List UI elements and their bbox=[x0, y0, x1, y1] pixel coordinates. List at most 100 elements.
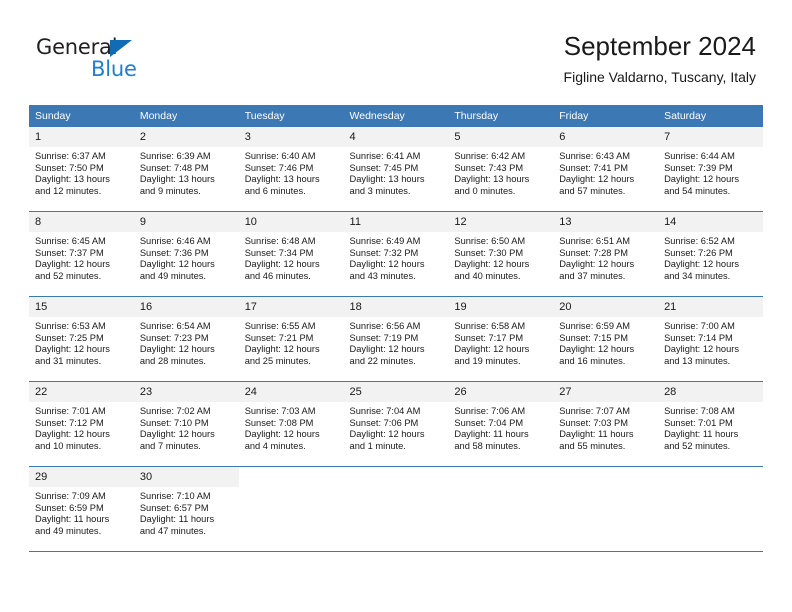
calendar-day-cell[interactable] bbox=[553, 466, 659, 552]
day-cell-content: 18 Sunrise: 6:56 AM Sunset: 7:19 PM Dayligh… bbox=[343, 297, 449, 381]
sunset-text: Sunset: 7:48 PM bbox=[139, 162, 209, 173]
day-number: 30 bbox=[133, 467, 239, 487]
calendar-day-cell[interactable]: 20 Sunrise: 6:59 AM Sunset: 7:15 PM Dayligh… bbox=[553, 296, 659, 382]
day-cell-content: 27 Sunrise: 7:07 AM Sunset: 7:03 PM Dayligh… bbox=[553, 382, 659, 466]
general-blue-logo[interactable]: General Blue bbox=[36, 36, 236, 86]
day-details: Sunrise: 7:01 AM Sunset: 7:12 PM Daylight:… bbox=[29, 402, 134, 452]
day-number: 27 bbox=[553, 382, 659, 402]
sunset-text: Sunset: 7:39 PM bbox=[664, 162, 733, 173]
daylight-text-line2: and 9 minutes. bbox=[139, 185, 201, 196]
sunset-text: Sunset: 7:30 PM bbox=[454, 247, 524, 258]
day-number: 15 bbox=[29, 297, 134, 317]
daylight-text-line2: and 28 minutes. bbox=[139, 355, 206, 366]
sunset-text: Sunset: 7:34 PM bbox=[244, 247, 314, 258]
calendar-day-cell[interactable]: 26 Sunrise: 7:06 AM Sunset: 7:04 PM Dayligh… bbox=[448, 381, 554, 467]
day-details: Sunrise: 7:04 AM Sunset: 7:06 PM Daylight:… bbox=[344, 402, 449, 452]
calendar-day-cell[interactable]: 9 Sunrise: 6:46 AM Sunset: 7:36 PM Daylight… bbox=[133, 211, 239, 297]
calendar-day-cell[interactable]: 12 Sunrise: 6:50 AM Sunset: 7:30 PM Dayligh… bbox=[448, 211, 554, 297]
day-number: 11 bbox=[343, 212, 449, 232]
daylight-text-line2: and 49 minutes. bbox=[139, 270, 206, 281]
day-details: Sunrise: 6:37 AM Sunset: 7:50 PM Daylight:… bbox=[29, 147, 134, 197]
calendar-day-cell[interactable]: 16 Sunrise: 6:54 AM Sunset: 7:23 PM Dayligh… bbox=[133, 296, 239, 382]
calendar-day-cell[interactable]: 23 Sunrise: 7:02 AM Sunset: 7:10 PM Dayligh… bbox=[133, 381, 239, 467]
day-number: 20 bbox=[553, 297, 659, 317]
day-number: 10 bbox=[238, 212, 344, 232]
calendar-day-cell[interactable]: 18 Sunrise: 6:56 AM Sunset: 7:19 PM Dayligh… bbox=[343, 296, 449, 382]
sunrise-text: Sunrise: 7:01 AM bbox=[35, 406, 106, 416]
daylight-text-line1: Daylight: 12 hours bbox=[559, 344, 635, 355]
day-cell-content: 20 Sunrise: 6:59 AM Sunset: 7:15 PM Dayligh… bbox=[553, 297, 659, 381]
calendar-day-cell[interactable]: 6 Sunrise: 6:43 AM Sunset: 7:41 PM Daylight… bbox=[553, 127, 659, 212]
calendar-day-cell[interactable]: 13 Sunrise: 6:51 AM Sunset: 7:28 PM Dayligh… bbox=[553, 211, 659, 297]
calendar-day-cell[interactable]: 19 Sunrise: 6:58 AM Sunset: 7:17 PM Dayligh… bbox=[448, 296, 554, 382]
calendar-day-cell[interactable]: 15 Sunrise: 6:53 AM Sunset: 7:25 PM Dayligh… bbox=[29, 296, 134, 382]
calendar-day-cell[interactable]: 14 Sunrise: 6:52 AM Sunset: 7:26 PM Dayligh… bbox=[658, 211, 763, 297]
brand-triangle-icon bbox=[110, 40, 132, 57]
calendar-day-cell[interactable]: 30 Sunrise: 7:10 AM Sunset: 6:57 PM Dayligh… bbox=[133, 466, 239, 552]
daylight-text-line2: and 49 minutes. bbox=[35, 525, 102, 536]
page-title: September 2024 bbox=[563, 31, 756, 61]
day-details: Sunrise: 6:54 AM Sunset: 7:23 PM Daylight:… bbox=[134, 317, 239, 367]
sunrise-text: Sunrise: 6:37 AM bbox=[35, 151, 106, 161]
calendar-day-cell[interactable]: 17 Sunrise: 6:55 AM Sunset: 7:21 PM Dayligh… bbox=[238, 296, 344, 382]
day-cell-content: 4 Sunrise: 6:41 AM Sunset: 7:45 PM Daylight… bbox=[343, 127, 449, 211]
calendar-day-cell[interactable]: 1 Sunrise: 6:37 AM Sunset: 7:50 PM Daylight… bbox=[29, 127, 134, 212]
day-cell-content: 5 Sunrise: 6:42 AM Sunset: 7:43 PM Daylight… bbox=[448, 127, 554, 211]
sunset-text: Sunset: 6:57 PM bbox=[139, 502, 209, 513]
daylight-text-line1: Daylight: 12 hours bbox=[244, 344, 320, 355]
sunset-text: Sunset: 7:12 PM bbox=[35, 417, 104, 428]
calendar-day-cell[interactable]: 27 Sunrise: 7:07 AM Sunset: 7:03 PM Dayligh… bbox=[553, 381, 659, 467]
sunrise-text: Sunrise: 7:04 AM bbox=[349, 406, 421, 416]
sunset-text: Sunset: 7:50 PM bbox=[35, 162, 104, 173]
sunset-text: Sunset: 7:43 PM bbox=[454, 162, 524, 173]
calendar-day-cell[interactable]: 3 Sunrise: 6:40 AM Sunset: 7:46 PM Daylight… bbox=[238, 127, 344, 212]
day-details: Sunrise: 6:59 AM Sunset: 7:15 PM Daylight:… bbox=[553, 317, 658, 367]
daylight-text-line2: and 34 minutes. bbox=[664, 270, 731, 281]
calendar-day-cell[interactable]: 21 Sunrise: 7:00 AM Sunset: 7:14 PM Dayligh… bbox=[658, 296, 763, 382]
sunset-text: Sunset: 7:26 PM bbox=[664, 247, 733, 258]
calendar-day-cell[interactable]: 11 Sunrise: 6:49 AM Sunset: 7:32 PM Dayligh… bbox=[343, 211, 449, 297]
sunset-text: Sunset: 7:46 PM bbox=[244, 162, 314, 173]
day-cell-content: 23 Sunrise: 7:02 AM Sunset: 7:10 PM Dayligh… bbox=[133, 382, 239, 466]
calendar-day-cell[interactable] bbox=[448, 466, 554, 552]
sunrise-text: Sunrise: 6:58 AM bbox=[454, 321, 526, 331]
sunrise-text: Sunrise: 6:59 AM bbox=[559, 321, 631, 331]
sunrise-text: Sunrise: 7:08 AM bbox=[664, 406, 735, 416]
calendar-day-cell[interactable]: 2 Sunrise: 6:39 AM Sunset: 7:48 PM Daylight… bbox=[133, 127, 239, 212]
daylight-text-line1: Daylight: 12 hours bbox=[244, 259, 320, 270]
calendar-day-cell[interactable] bbox=[238, 466, 344, 552]
sunset-text: Sunset: 7:10 PM bbox=[139, 417, 209, 428]
sunrise-text: Sunrise: 7:09 AM bbox=[35, 491, 106, 501]
daylight-text-line2: and 47 minutes. bbox=[139, 525, 206, 536]
sunset-text: Sunset: 7:25 PM bbox=[35, 332, 104, 343]
daylight-text-line1: Daylight: 12 hours bbox=[139, 259, 215, 270]
calendar-day-cell[interactable]: 24 Sunrise: 7:03 AM Sunset: 7:08 PM Dayligh… bbox=[238, 381, 344, 467]
day-cell-content: 12 Sunrise: 6:50 AM Sunset: 7:30 PM Dayligh… bbox=[448, 212, 554, 296]
calendar-day-cell[interactable]: 8 Sunrise: 6:45 AM Sunset: 7:37 PM Daylight… bbox=[29, 211, 134, 297]
daylight-text-line1: Daylight: 11 hours bbox=[35, 514, 110, 525]
page-header: General Blue September 2024 Figline Vald… bbox=[0, 0, 792, 100]
calendar-day-cell[interactable]: 28 Sunrise: 7:08 AM Sunset: 7:01 PM Dayligh… bbox=[658, 381, 763, 467]
daylight-text-line1: Daylight: 12 hours bbox=[559, 174, 635, 185]
calendar-day-cell[interactable] bbox=[658, 466, 763, 552]
daylight-text-line2: and 52 minutes. bbox=[35, 270, 102, 281]
calendar-day-cell[interactable]: 7 Sunrise: 6:44 AM Sunset: 7:39 PM Daylight… bbox=[658, 127, 763, 212]
day-number bbox=[239, 467, 344, 487]
day-number: 23 bbox=[133, 382, 239, 402]
calendar-day-cell[interactable] bbox=[343, 466, 449, 552]
calendar-day-cell[interactable]: 29 Sunrise: 7:09 AM Sunset: 6:59 PM Dayligh… bbox=[29, 466, 134, 552]
daylight-text-line1: Daylight: 12 hours bbox=[664, 259, 739, 270]
sunset-text: Sunset: 7:28 PM bbox=[559, 247, 628, 258]
day-details: Sunrise: 6:45 AM Sunset: 7:37 PM Daylight:… bbox=[29, 232, 134, 282]
calendar-day-cell[interactable]: 10 Sunrise: 6:48 AM Sunset: 7:34 PM Dayligh… bbox=[238, 211, 344, 297]
daylight-text-line2: and 22 minutes. bbox=[349, 355, 416, 366]
calendar-day-cell[interactable]: 22 Sunrise: 7:01 AM Sunset: 7:12 PM Dayligh… bbox=[29, 381, 134, 467]
calendar-day-cell[interactable]: 5 Sunrise: 6:42 AM Sunset: 7:43 PM Daylight… bbox=[448, 127, 554, 212]
calendar-day-cell[interactable]: 4 Sunrise: 6:41 AM Sunset: 7:45 PM Daylight… bbox=[343, 127, 449, 212]
day-number: 24 bbox=[238, 382, 344, 402]
day-cell-content: 21 Sunrise: 7:00 AM Sunset: 7:14 PM Dayligh… bbox=[658, 297, 763, 381]
day-number: 26 bbox=[448, 382, 554, 402]
calendar-day-cell[interactable]: 25 Sunrise: 7:04 AM Sunset: 7:06 PM Dayligh… bbox=[343, 381, 449, 467]
daylight-text-line2: and 10 minutes. bbox=[35, 440, 102, 451]
day-cell-content: 14 Sunrise: 6:52 AM Sunset: 7:26 PM Dayligh… bbox=[658, 212, 763, 296]
